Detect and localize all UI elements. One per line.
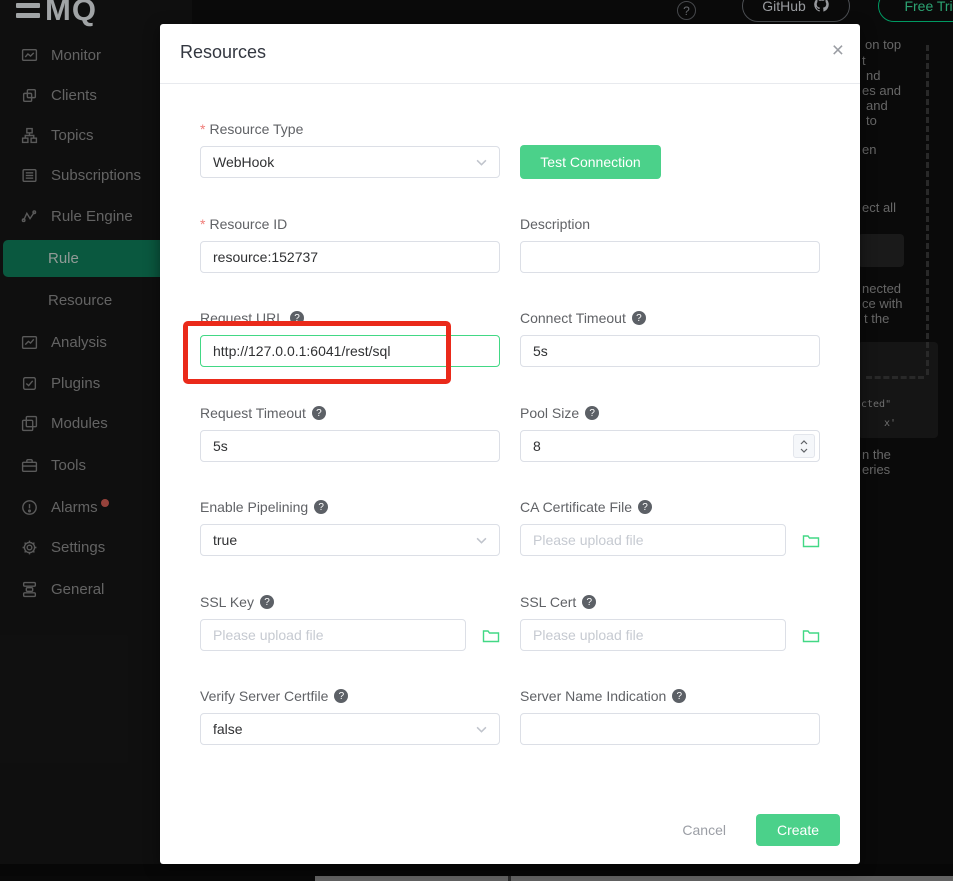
modal-header: Resources ×: [160, 24, 860, 84]
verify-server-certfile-label: Verify Server Certfile ?: [200, 686, 500, 706]
resource-type-value: WebHook: [213, 154, 274, 170]
help-icon[interactable]: ?: [334, 689, 348, 703]
ssl-cert-label: SSL Cert ?: [520, 592, 820, 612]
verify-server-certfile-select[interactable]: false: [200, 713, 500, 745]
required-mark: *: [200, 216, 205, 232]
ssl-key-input[interactable]: [200, 619, 466, 651]
quantity-stepper[interactable]: [793, 434, 815, 458]
ssl-cert-input[interactable]: [520, 619, 786, 651]
chevron-up-icon: [800, 440, 808, 445]
chevron-down-icon: [476, 537, 487, 544]
help-icon[interactable]: ?: [312, 406, 326, 420]
modal-footer: Cancel Create: [682, 814, 840, 846]
enable-pipelining-label: Enable Pipelining ?: [200, 497, 500, 517]
required-mark: *: [200, 121, 205, 137]
chevron-down-icon: [476, 726, 487, 733]
help-icon[interactable]: ?: [632, 311, 646, 325]
description-label: Description: [520, 214, 820, 234]
pool-size-label: Pool Size ?: [520, 403, 820, 423]
pool-size-input[interactable]: [520, 430, 820, 462]
resources-modal: Resources × * Resource Type WebHook Test…: [160, 24, 860, 864]
resource-type-label: * Resource Type: [200, 119, 500, 139]
close-icon[interactable]: ×: [832, 40, 844, 61]
description-input[interactable]: [520, 241, 820, 273]
folder-upload-icon[interactable]: [802, 533, 820, 548]
help-icon[interactable]: ?: [290, 311, 304, 325]
request-timeout-label: Request Timeout ?: [200, 403, 500, 423]
enable-pipelining-select[interactable]: true: [200, 524, 500, 556]
chevron-down-icon: [800, 448, 808, 453]
request-url-label: Request URL ?: [200, 308, 500, 328]
help-icon[interactable]: ?: [638, 500, 652, 514]
ssl-key-label: SSL Key ?: [200, 592, 500, 612]
server-name-indication-input[interactable]: [520, 713, 820, 745]
request-timeout-input[interactable]: [200, 430, 500, 462]
create-button[interactable]: Create: [756, 814, 840, 846]
folder-upload-icon[interactable]: [802, 628, 820, 643]
ca-certificate-file-input[interactable]: [520, 524, 786, 556]
resource-type-select[interactable]: WebHook: [200, 146, 500, 178]
ca-certificate-file-label: CA Certificate File ?: [520, 497, 820, 517]
chevron-down-icon: [476, 159, 487, 166]
help-icon[interactable]: ?: [314, 500, 328, 514]
resource-id-label: * Resource ID: [200, 214, 500, 234]
resource-id-input[interactable]: [200, 241, 500, 273]
help-icon[interactable]: ?: [585, 406, 599, 420]
enable-pipelining-value: true: [213, 532, 237, 548]
request-url-input[interactable]: [200, 335, 500, 367]
connect-timeout-input[interactable]: [520, 335, 820, 367]
verify-server-certfile-value: false: [213, 721, 243, 737]
help-icon[interactable]: ?: [260, 595, 274, 609]
help-icon[interactable]: ?: [582, 595, 596, 609]
folder-upload-icon[interactable]: [482, 628, 500, 643]
test-connection-button[interactable]: Test Connection: [520, 145, 661, 179]
modal-title: Resources: [180, 42, 266, 63]
server-name-indication-label: Server Name Indication ?: [520, 686, 820, 706]
help-icon[interactable]: ?: [672, 689, 686, 703]
connect-timeout-label: Connect Timeout ?: [520, 308, 820, 328]
cancel-button[interactable]: Cancel: [682, 822, 726, 838]
